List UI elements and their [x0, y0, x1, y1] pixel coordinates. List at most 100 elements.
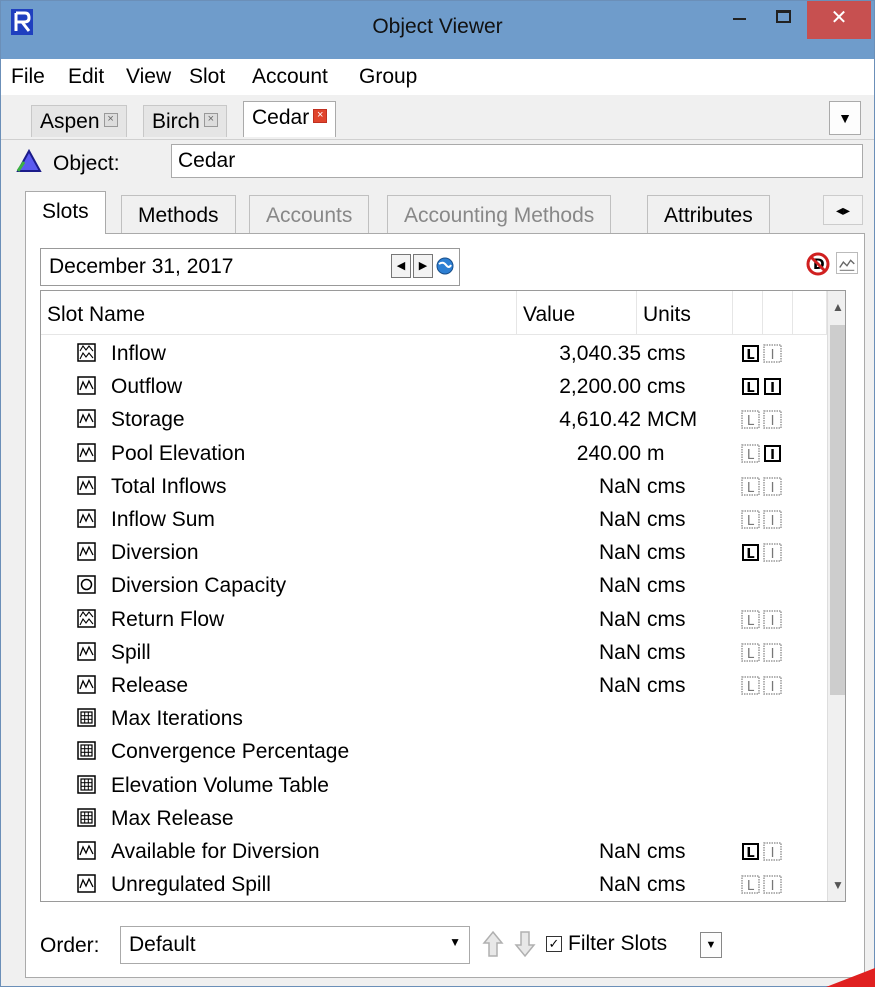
l-flag-icon[interactable]: L [741, 875, 760, 894]
i-flag-icon[interactable]: I [763, 344, 782, 363]
l-flag-icon[interactable]: L [741, 510, 760, 529]
table-icon [77, 741, 96, 761]
tab-attributes[interactable]: Attributes [647, 195, 770, 233]
i-flag-icon[interactable]: I [763, 444, 782, 463]
table-row[interactable]: Storage 4,610.42 MCM L I [41, 403, 821, 436]
menu-account[interactable]: Account [252, 65, 328, 89]
table-row[interactable]: Diversion NaN cms L I [41, 536, 821, 569]
object-tab-cedar[interactable]: Cedar × [243, 101, 337, 137]
order-select[interactable]: Default ▼ [120, 926, 470, 964]
table-row[interactable]: Pool Elevation 240.00 m L I [41, 437, 821, 470]
i-flag-icon[interactable]: I [763, 510, 782, 529]
date-next-button[interactable]: ▶ [413, 254, 433, 279]
filter-slots-checkbox[interactable]: ✓ [546, 936, 562, 952]
menu-group[interactable]: Group [359, 65, 417, 89]
table-row[interactable]: Diversion Capacity NaN cms [41, 569, 821, 602]
minimize-button[interactable] [717, 1, 761, 39]
table-row[interactable]: Max Iterations [41, 702, 821, 735]
table-row[interactable]: Unregulated Spill NaN cms L I [41, 868, 821, 901]
scroll-down-icon[interactable]: ▼ [828, 871, 845, 899]
date-value: December 31, 2017 [49, 255, 234, 278]
scroll-up-icon[interactable]: ▲ [828, 293, 845, 321]
table-row[interactable]: Outflow 2,200.00 cms L I [41, 370, 821, 403]
menu-edit[interactable]: Edit [68, 65, 104, 89]
slot-name: Diversion Capacity [111, 574, 287, 598]
tab-close-icon[interactable]: × [313, 109, 328, 124]
column-header-slot-name[interactable]: Slot Name [41, 291, 517, 335]
title-bar[interactable]: Object Viewer ✕ [1, 1, 874, 59]
table-row[interactable]: Total Inflows NaN cms L I [41, 470, 821, 503]
i-flag-icon[interactable]: I [763, 643, 782, 662]
vertical-scrollbar[interactable]: ▲ ▼ [827, 291, 845, 901]
svg-text:I: I [771, 547, 775, 562]
series-icon [77, 442, 96, 462]
l-flag-icon[interactable]: L [741, 377, 760, 396]
l-flag-icon[interactable]: L [741, 410, 760, 429]
tab-scroll-arrows[interactable]: ◂▸ [823, 195, 863, 225]
table-row[interactable]: Release NaN cms L I [41, 669, 821, 702]
table-row[interactable]: Spill NaN cms L I [41, 636, 821, 669]
series-icon [77, 675, 96, 694]
l-flag-icon[interactable]: L [741, 609, 760, 629]
tab-accounts[interactable]: Accounts [249, 195, 370, 233]
date-prev-button[interactable]: ◀ [391, 254, 411, 279]
column-header-units[interactable]: Units [637, 291, 733, 335]
l-flag-icon[interactable]: L [741, 643, 760, 662]
object-viewer-window: Object Viewer ✕ File Edit View Slot Acco… [0, 0, 875, 987]
column-header-flag2[interactable] [763, 291, 793, 335]
i-flag-icon[interactable]: I [763, 477, 782, 496]
move-down-arrow-icon[interactable] [514, 930, 536, 958]
i-flag-icon[interactable]: I [763, 609, 782, 629]
tab-close-icon[interactable]: × [103, 113, 118, 128]
maximize-button[interactable] [761, 1, 805, 39]
column-header-value[interactable]: Value [517, 291, 637, 335]
plot-icon[interactable] [836, 252, 858, 274]
object-tab-label: Aspen [40, 110, 100, 133]
table-row[interactable]: Return Flow NaN cms L I [41, 603, 821, 636]
table-row[interactable]: Inflow 3,040.35 cms L I [41, 337, 821, 370]
i-flag-icon[interactable]: I [763, 842, 782, 861]
table-row[interactable]: Available for Diversion NaN cms L I [41, 835, 821, 868]
menu-slot[interactable]: Slot [189, 65, 225, 89]
scroll-thumb[interactable] [830, 325, 845, 695]
slot-value: NaN [598, 574, 641, 598]
filter-options-dropdown[interactable]: ▼ [700, 932, 722, 958]
menu-file[interactable]: File [11, 65, 45, 89]
object-tab-birch[interactable]: Birch × [143, 105, 227, 137]
tab-accounting-methods[interactable]: Accounting Methods [387, 195, 612, 233]
table-row[interactable]: Convergence Percentage [41, 735, 821, 768]
menu-view[interactable]: View [126, 65, 171, 89]
i-flag-icon[interactable]: I [763, 875, 782, 894]
table-row[interactable]: Elevation Volume Table [41, 769, 821, 802]
tab-methods[interactable]: Methods [121, 195, 236, 233]
slot-name: Storage [111, 408, 185, 432]
l-flag-icon[interactable]: L [741, 344, 760, 363]
i-flag-icon[interactable]: I [763, 410, 782, 429]
close-button[interactable]: ✕ [807, 1, 871, 39]
column-header-flag3[interactable] [793, 291, 827, 335]
move-up-arrow-icon[interactable] [482, 930, 504, 958]
i-flag-icon[interactable]: I [763, 676, 782, 695]
table-row[interactable]: Max Release [41, 802, 821, 835]
object-tab-aspen[interactable]: Aspen × [31, 105, 127, 137]
l-flag-icon[interactable]: L [741, 676, 760, 695]
slot-value: NaN [598, 674, 641, 697]
tab-close-icon[interactable]: × [203, 113, 218, 128]
l-flag-icon[interactable]: L [741, 543, 760, 562]
i-flag-icon[interactable]: I [763, 543, 782, 562]
l-flag-icon[interactable]: L [741, 443, 760, 463]
object-name-input[interactable] [171, 144, 863, 178]
l-flag-icon[interactable]: L [741, 477, 760, 496]
slot-value: NaN [598, 474, 641, 498]
table-row[interactable]: Inflow Sum NaN cms L I [41, 503, 821, 536]
column-header-flag1[interactable] [733, 291, 763, 335]
tab-slots[interactable]: Slots [25, 191, 106, 234]
no-debug-icon[interactable]: D [806, 252, 830, 276]
object-label: Object: [53, 152, 120, 175]
slot-units: cms [647, 342, 686, 365]
date-field[interactable]: December 31, 2017 ◀ ▶ [40, 248, 460, 286]
l-flag-icon[interactable]: L [741, 842, 760, 861]
globe-icon[interactable] [435, 254, 455, 278]
tab-list-dropdown[interactable]: ▼ [829, 101, 861, 135]
i-flag-icon[interactable]: I [763, 377, 782, 396]
